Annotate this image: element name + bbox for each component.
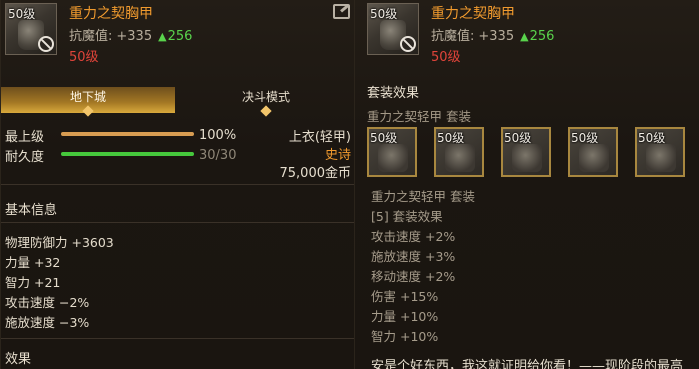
armor-piece-icon (445, 144, 475, 172)
mode-tabs: 地下城 决斗模式 (1, 87, 355, 117)
basic-info-title: 基本信息 (5, 203, 58, 218)
set-name: 重力之契轻甲 套装 (367, 109, 471, 124)
resist-bonus: 256 (158, 29, 192, 44)
armor-piece-icon (378, 144, 408, 172)
durability-value: 30/30 (199, 148, 237, 163)
set-effect-line: 智力 +10% (371, 329, 439, 344)
item-slot-type: 上衣(轻甲) (288, 130, 351, 145)
durability-bar (61, 152, 194, 156)
item-tooltip-right: 50级 重力之契胸甲 抗魔值:+335 256 50级 套装效果 重力之契轻甲 套… (354, 0, 699, 369)
resist-value: +335 (478, 29, 515, 44)
set-effect-title: 套装效果 (367, 86, 420, 101)
armor-piece-icon (512, 144, 542, 172)
tab-indicator-icon (82, 105, 94, 117)
durability-bar-fill (61, 152, 194, 156)
divider (1, 338, 355, 339)
set-item-slot[interactable]: 50级 (367, 127, 417, 177)
stat-line: 力量 +32 (5, 255, 61, 270)
item-flavor-text: 安是个好东西，我这就证明给你看！——现阶段的最高 (371, 359, 684, 369)
item-icon[interactable]: 50级 (367, 3, 419, 55)
durability-label: 耐久度 (5, 150, 45, 165)
grade-label: 最上级 (5, 130, 45, 145)
level-requirement: 50级 (69, 50, 99, 65)
divider (1, 222, 355, 223)
ban-icon (38, 36, 54, 52)
set-effect-line: 重力之契轻甲 套装 (371, 189, 475, 204)
grade-bar (61, 132, 194, 136)
set-effect-line: 攻击速度 +2% (371, 229, 456, 244)
item-icon[interactable]: 50级 (5, 3, 57, 55)
resist-value: +335 (116, 29, 153, 44)
armor-piece-icon (579, 144, 609, 172)
item-price: 75,000金币 (279, 166, 352, 181)
set-item-slot[interactable]: 50级 (635, 127, 685, 177)
item-name: 重力之契胸甲 (69, 6, 153, 22)
stat-line: 施放速度 −3% (5, 315, 90, 330)
set-item-slot[interactable]: 50级 (568, 127, 618, 177)
level-requirement: 50级 (431, 50, 461, 65)
item-header: 50级 重力之契胸甲 抗魔值:+335 256 50级 (1, 0, 355, 68)
set-effect-line: 力量 +10% (371, 309, 439, 324)
stat-line: 物理防御力 +3603 (5, 235, 114, 250)
stat-line: 攻击速度 −2% (5, 295, 90, 310)
divider (1, 184, 355, 185)
set-item-slot[interactable]: 50级 (501, 127, 551, 177)
resist-label: 抗魔值: (431, 29, 475, 44)
item-header: 50级 重力之契胸甲 抗魔值:+335 256 50级 (355, 0, 699, 68)
tab-dungeon[interactable]: 地下城 (1, 87, 175, 117)
grade-bar-fill (61, 132, 194, 136)
resist-line: 抗魔值:+335 256 (69, 25, 192, 44)
set-item-slot[interactable]: 50级 (434, 127, 484, 177)
resist-label: 抗魔值: (69, 29, 113, 44)
set-effect-line: 施放速度 +3% (371, 249, 456, 264)
item-name: 重力之契胸甲 (431, 6, 515, 22)
stat-line: 智力 +21 (5, 275, 61, 290)
grade-percent: 100% (199, 128, 237, 143)
armor-piece-icon (646, 144, 676, 172)
resist-line: 抗魔值:+335 256 (431, 25, 554, 44)
item-rarity: 史诗 (324, 148, 351, 163)
tab-duel-mode[interactable]: 决斗模式 (179, 87, 353, 117)
set-effect-line: 移动速度 +2% (371, 269, 456, 284)
set-effect-line: [5] 套装效果 (371, 209, 443, 224)
item-tooltip-left: 50级 重力之契胸甲 抗魔值:+335256 50级 地下城 决斗模式 最上级 … (0, 0, 355, 369)
tab-dungeon-label: 地下城 (69, 90, 106, 104)
share-icon[interactable] (333, 4, 350, 19)
effect-title: 效果 (5, 352, 32, 367)
tab-indicator-icon (260, 105, 272, 117)
set-effect-line: 伤害 +15% (371, 289, 439, 304)
resist-bonus: 256 (520, 29, 554, 44)
tab-duel-label: 决斗模式 (241, 90, 290, 104)
ban-icon (400, 36, 416, 52)
